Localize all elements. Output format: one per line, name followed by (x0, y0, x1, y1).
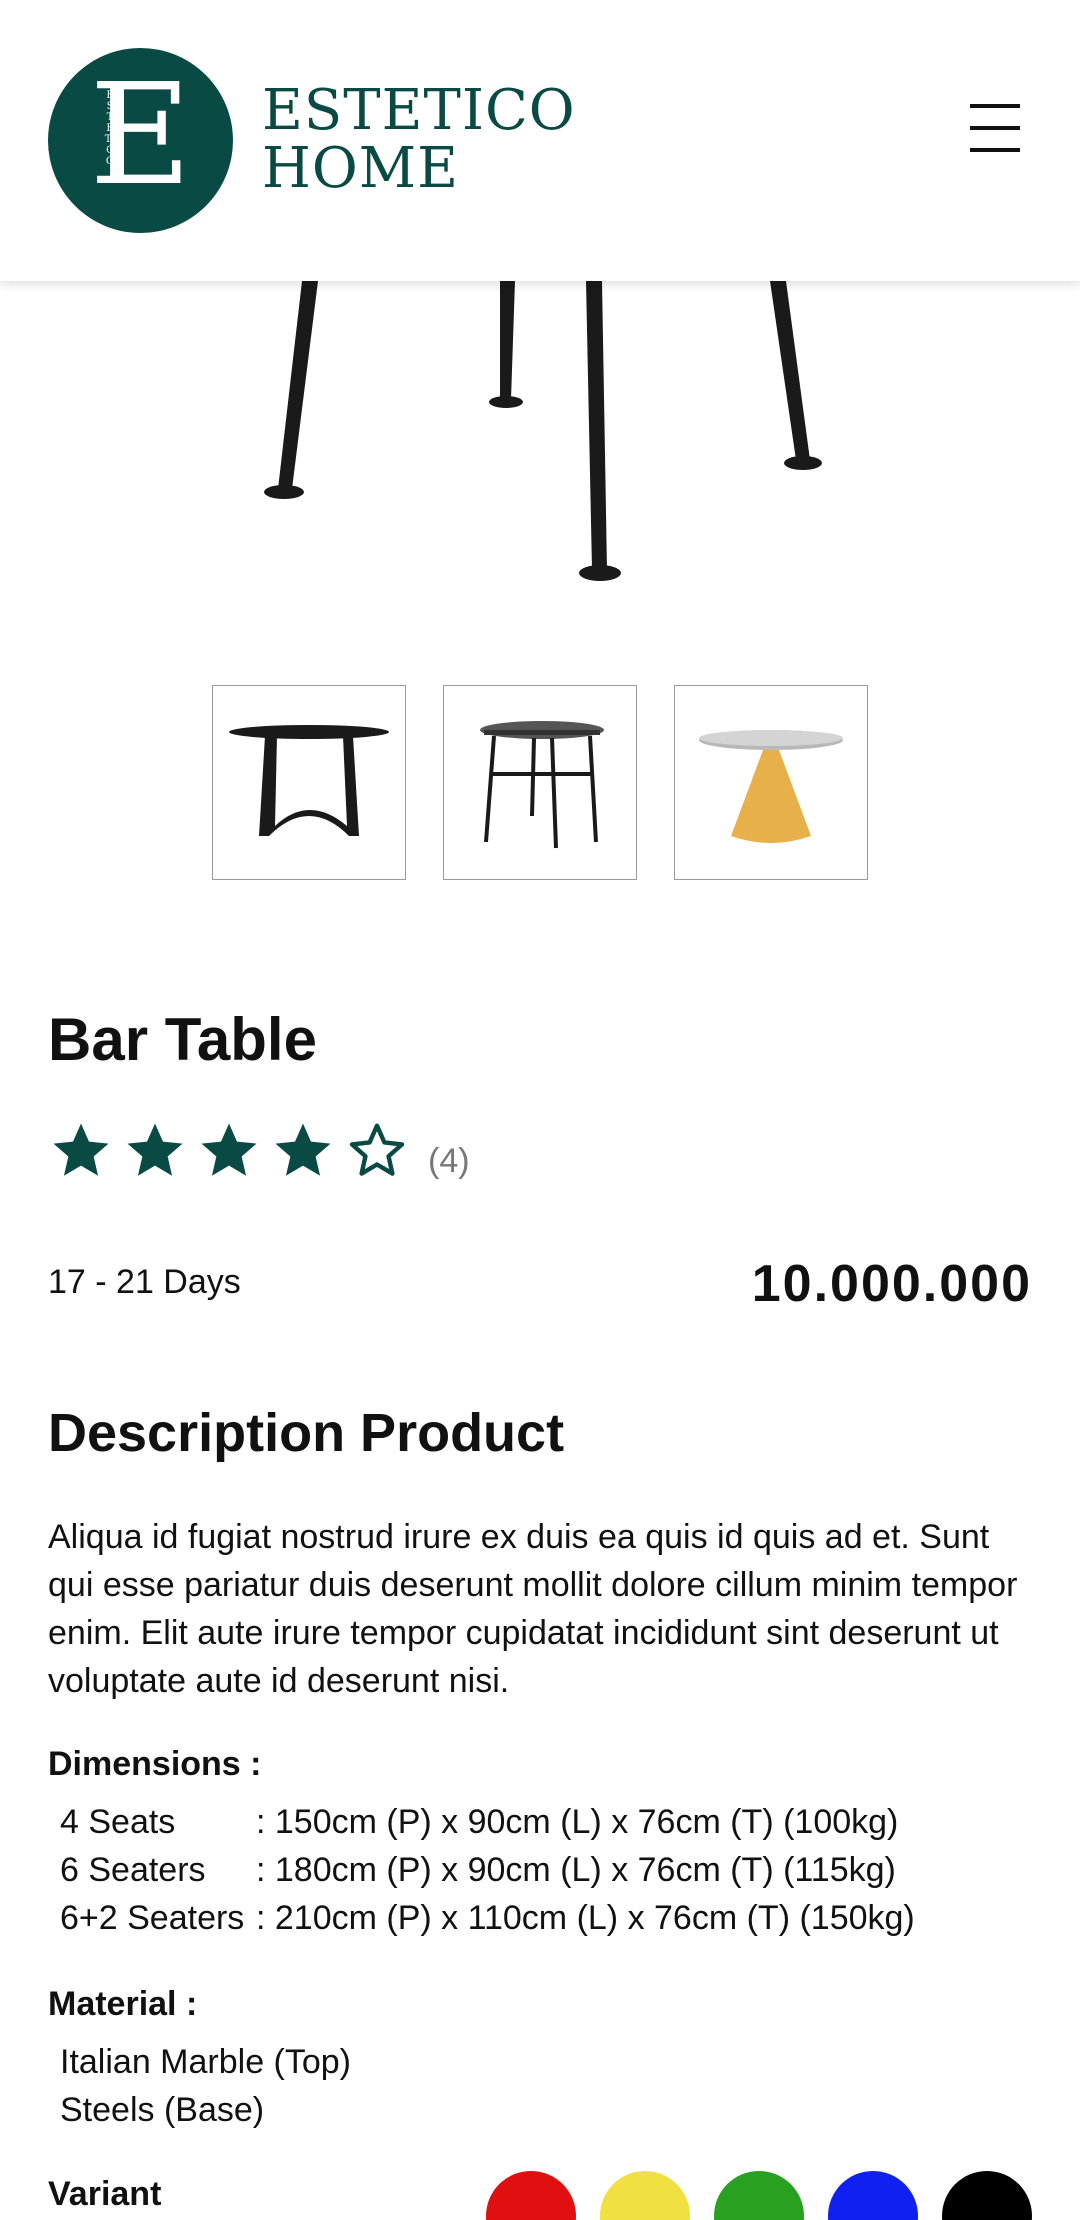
brand-line-2: HOME (262, 136, 459, 201)
star-filled-icon (127, 1123, 183, 1176)
app-header: E ESTETICO ESTETICO HOME (0, 0, 1080, 281)
logo-vertical-text: ESTETICO (104, 90, 116, 167)
delivery-estimate: 17 - 21 Days (48, 1263, 241, 1301)
hamburger-menu-icon[interactable] (962, 98, 1030, 158)
dimension-name: 6+2 Seaters (60, 1899, 245, 1937)
dimension-value: : 210cm (P) x 110cm (L) x 76cm (T) (150k… (256, 1899, 915, 1937)
description-title: Description Product (48, 1403, 565, 1463)
brand-name[interactable]: ESTETICO HOME (262, 82, 576, 198)
logo-letter: E (89, 54, 192, 217)
dimension-name: 6 Seaters (60, 1851, 206, 1889)
star-filled-icon (201, 1123, 257, 1176)
brand-line-1: ESTETICO (262, 78, 576, 143)
thumbnail-1[interactable] (212, 685, 406, 880)
dimension-row: 6 Seaters : 180cm (P) x 90cm (L) x 76cm (… (60, 1851, 896, 1890)
product-title: Bar Table (48, 1006, 317, 1073)
variant-label: Variant (48, 2175, 162, 2213)
star-outline-icon (349, 1123, 405, 1176)
material-label: Material : (48, 1985, 198, 2023)
product-main-image (0, 281, 1080, 611)
dimension-value: : 180cm (P) x 90cm (L) x 76cm (T) (115kg… (256, 1851, 896, 1889)
review-count[interactable]: (4) (428, 1142, 470, 1181)
thumbnail-2[interactable] (443, 685, 637, 880)
product-price: 10.000.000 (751, 1255, 1032, 1313)
variant-swatch-blue[interactable] (828, 2171, 918, 2220)
material-item: Steels (Base) (60, 2091, 265, 2129)
star-filled-icon (53, 1123, 109, 1176)
dimension-value: : 150cm (P) x 90cm (L) x 76cm (T) (100kg… (256, 1803, 899, 1841)
dimensions-label: Dimensions : (48, 1745, 262, 1783)
star-filled-icon (275, 1123, 331, 1176)
variant-swatch-green[interactable] (714, 2171, 804, 2220)
product-page: E ESTETICO ESTETICO HOME Bar Table (4) 1… (0, 0, 1080, 2220)
dimension-name: 4 Seats (60, 1803, 176, 1841)
material-item: Italian Marble (Top) (60, 2043, 352, 2081)
brand-logo[interactable]: E ESTETICO (48, 48, 233, 233)
variant-swatch-red[interactable] (486, 2171, 576, 2220)
thumbnail-3[interactable] (674, 685, 868, 880)
dimension-row: 6+2 Seaters : 210cm (P) x 110cm (L) x 76c… (60, 1899, 915, 1938)
variant-swatch-yellow[interactable] (600, 2171, 690, 2220)
description-text: Aliqua id fugiat nostrud irure ex duis e… (48, 1518, 1018, 1700)
variant-swatch-black[interactable] (942, 2171, 1032, 2220)
dimension-row: 4 Seats : 150cm (P) x 90cm (L) x 76cm (T)… (60, 1803, 898, 1842)
